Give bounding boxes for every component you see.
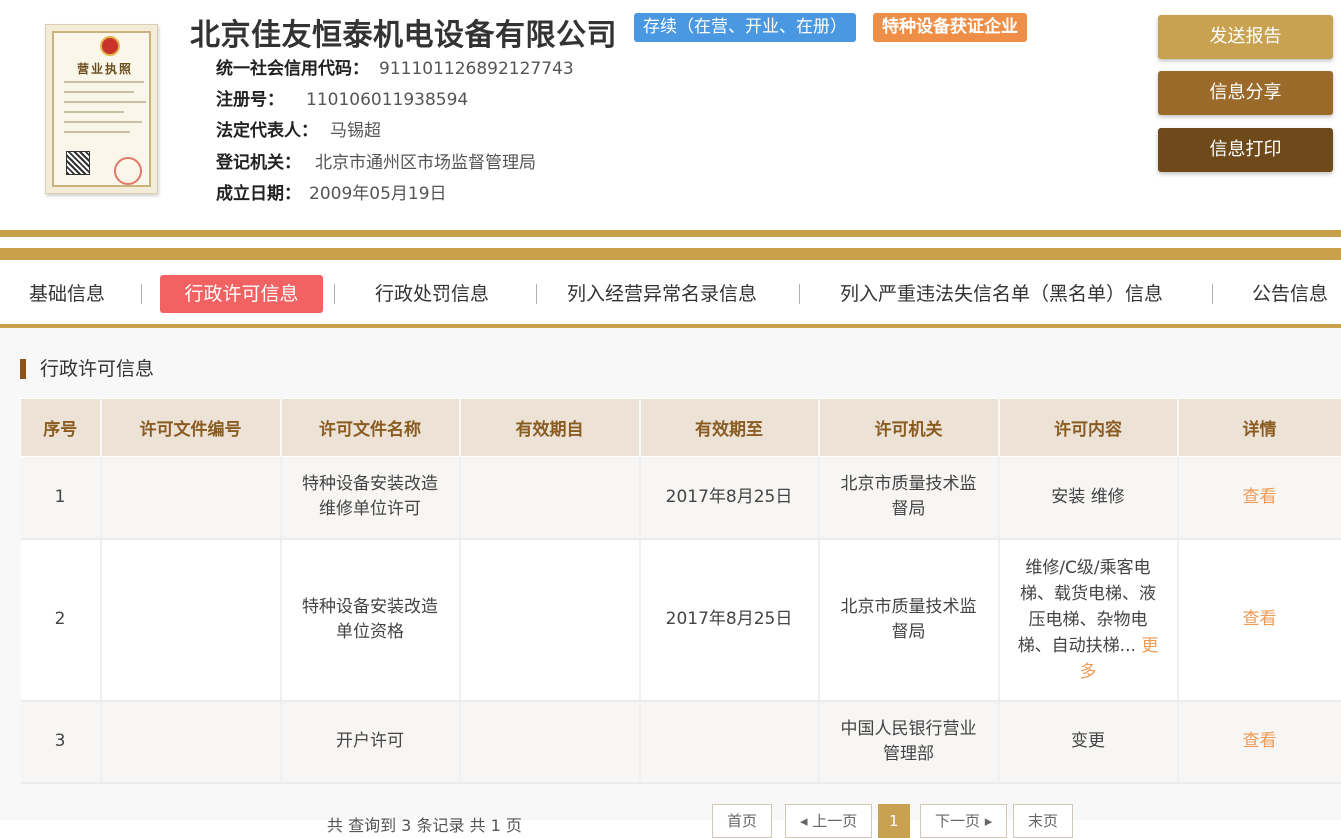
info-credit-code: 统一社会信用代码： 911101126892127743 [216,54,574,79]
info-value: 马锡超 [330,121,381,141]
tab-abnormal-operations[interactable]: 列入经营异常名录信息 [567,275,757,313]
cell-content: 安装 维修 [999,457,1178,539]
column-header: 许可机关 [819,399,999,457]
info-value: 北京市通州区市场监督管理局 [315,153,536,173]
tab-admin-penalty[interactable]: 行政处罚信息 [375,275,489,313]
admin-license-section: 行政许可信息 序号 许可文件编号 许可文件名称 有效期自 有效期至 许可机关 许… [0,328,1341,820]
info-label: 统一社会信用代码： [216,59,369,79]
tab-separator [141,284,142,304]
info-value: 2009年05月19日 [309,184,447,204]
column-header: 序号 [21,399,101,457]
license-title: 营业执照 [70,60,140,77]
cell-valid-from [460,539,640,701]
view-detail-link[interactable]: 查看 [1243,609,1277,629]
license-frame: 营业执照 [52,31,151,187]
tab-separator [334,284,335,304]
info-established-date: 成立日期： 2009年05月19日 [216,179,447,204]
cell-valid-to: 2017年8月25日 [640,457,819,539]
pager-current-page[interactable]: 1 [878,804,910,838]
status-badge: 存续（在营、开业、在册） [634,13,856,42]
cell-no: 1 [21,457,101,539]
cell-authority: 中国人民银行营业管理部 [819,701,999,783]
license-line [64,121,142,123]
special-equipment-badge: 特种设备获证企业 [873,13,1027,42]
info-legal-representative: 法定代表人： 马锡超 [216,116,381,141]
info-label: 成立日期： [216,184,301,204]
license-line [64,101,146,103]
view-detail-link[interactable]: 查看 [1243,487,1277,507]
cell-content: 维修/C级/乘客电梯、载货电梯、液压电梯、杂物电梯、自动扶梯... 更多 [999,539,1178,701]
cell-no: 3 [21,701,101,783]
tab-separator [536,284,537,304]
company-header: 营业执照 北京佳友恒泰机电设备有限公司 存续（在营、开业、在册） 特种设备获证企… [0,0,1341,232]
info-value: 911101126892127743 [379,59,574,79]
license-line [64,131,130,133]
table-row: 3 开户许可 中国人民银行营业管理部 变更 查看 [21,701,1341,783]
qr-code-icon [66,151,90,175]
cell-detail: 查看 [1178,457,1341,539]
pager-last-button[interactable]: 末页 [1013,804,1073,838]
section-title: 行政许可信息 [20,359,154,379]
permits-table: 序号 许可文件编号 许可文件名称 有效期自 有效期至 许可机关 许可内容 详情 … [20,398,1341,784]
print-info-button[interactable]: 信息打印 [1158,128,1333,172]
column-header: 许可文件名称 [281,399,460,457]
pager-prev-button[interactable]: ◂ 上一页 [785,804,872,838]
column-header: 有效期至 [640,399,819,457]
cell-authority: 北京市质量技术监督局 [819,539,999,701]
share-info-button[interactable]: 信息分享 [1158,71,1333,115]
table-row: 2 特种设备安装改造单位资格 2017年8月25日 北京市质量技术监督局 维修/… [21,539,1341,701]
official-seal-icon [114,157,142,185]
business-license-image[interactable]: 营业执照 [45,24,158,194]
view-detail-link[interactable]: 查看 [1243,731,1277,751]
divider-bar [0,248,1341,260]
tab-admin-license[interactable]: 行政许可信息 [160,275,323,313]
cell-detail: 查看 [1178,701,1341,783]
cell-valid-to: 2017年8月25日 [640,539,819,701]
info-tabs: 基础信息 行政许可信息 行政处罚信息 列入经营异常名录信息 列入严重违法失信名单… [0,260,1341,326]
column-header: 许可文件编号 [101,399,281,457]
cell-valid-from [460,457,640,539]
column-header: 详情 [1178,399,1341,457]
info-label: 法定代表人： [216,121,318,141]
license-line [64,81,144,83]
content-text: 维修/C级/乘客电梯、载货电梯、液压电梯、杂物电梯、自动扶梯... [1018,558,1156,656]
tab-announcements[interactable]: 公告信息 [1252,275,1328,313]
column-header: 有效期自 [460,399,640,457]
divider-bar [0,230,1341,237]
license-line [64,91,134,93]
cell-content: 变更 [999,701,1178,783]
column-header: 许可内容 [999,399,1178,457]
cell-doc-name: 特种设备安装改造维修单位许可 [281,457,460,539]
pager-next-button[interactable]: 下一页 ▸ [920,804,1007,838]
info-registration-authority: 登记机关： 北京市通州区市场监督管理局 [216,148,536,173]
cell-detail: 查看 [1178,539,1341,701]
cell-valid-from [460,701,640,783]
tab-blacklist[interactable]: 列入严重违法失信名单（黑名单）信息 [840,275,1163,313]
table-row: 1 特种设备安装改造维修单位许可 2017年8月25日 北京市质量技术监督局 安… [21,457,1341,539]
tab-separator [799,284,800,304]
info-registration-no: 注册号： 110106011938594 [216,85,468,110]
cell-doc-no [101,701,281,783]
tab-separator [1212,284,1213,304]
info-label: 注册号： [216,90,284,110]
cell-no: 2 [21,539,101,701]
cell-authority: 北京市质量技术监督局 [819,457,999,539]
cell-valid-to [640,701,819,783]
info-label: 登记机关： [216,153,301,173]
info-value: 110106011938594 [306,90,468,110]
cell-doc-no [101,539,281,701]
company-name: 北京佳友恒泰机电设备有限公司 [190,10,617,54]
pager-first-button[interactable]: 首页 [712,804,772,838]
tab-basic-info[interactable]: 基础信息 [29,275,105,313]
national-emblem-icon [100,36,120,56]
cell-doc-no [101,457,281,539]
send-report-button[interactable]: 发送报告 [1158,15,1333,59]
pager-summary: 共 查询到 3 条记录 共 1 页 [327,812,522,836]
cell-doc-name: 开户许可 [281,701,460,783]
table-header-row: 序号 许可文件编号 许可文件名称 有效期自 有效期至 许可机关 许可内容 详情 [21,399,1341,457]
license-line [64,111,124,113]
cell-doc-name: 特种设备安装改造单位资格 [281,539,460,701]
